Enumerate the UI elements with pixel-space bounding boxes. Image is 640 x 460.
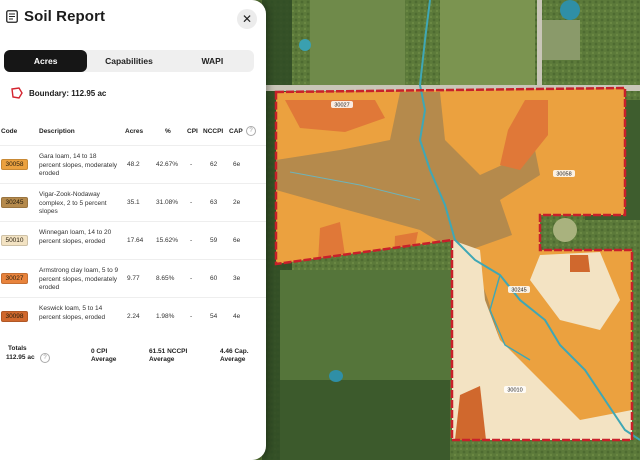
soil-percent: 1.98% [156, 313, 175, 320]
soil-nccpi: 60 [210, 275, 218, 282]
north-field [310, 0, 405, 85]
soil-cap: 2e [233, 199, 241, 206]
close-icon: ✕ [241, 12, 253, 26]
soil-nccpi: 59 [210, 237, 218, 244]
soil-percent: 8.65% [156, 275, 175, 282]
soil-acres: 2.24 [127, 313, 140, 320]
totals-label: Totals [8, 345, 27, 352]
totals-cap-sub: Average [220, 356, 246, 363]
table-row[interactable]: 50010 Winnegan loam, 14 to 20 percent slo… [0, 221, 266, 259]
page-title: Soil Report [24, 8, 106, 25]
soil-description: Keswick loam, 5 to 14 percent slopes, er… [39, 305, 106, 321]
boundary-icon [11, 87, 23, 99]
tab-wapi[interactable]: WAPI [171, 50, 254, 72]
soil-code-badge: 50010 [1, 235, 28, 246]
col-description: Description [39, 128, 75, 135]
soil-percent: 15.62% [156, 237, 179, 244]
soil-cap: 3e [233, 275, 241, 282]
table-row[interactable]: 30098 Keswick loam, 5 to 14 percent slope… [0, 297, 266, 335]
soil-cap: 6e [233, 161, 241, 168]
document-icon [6, 10, 18, 23]
help-icon[interactable]: ? [246, 126, 256, 136]
soil-nccpi: 62 [210, 161, 218, 168]
soil-code-badge: 30027 [1, 273, 28, 284]
col-nccpi: NCCPI [203, 128, 224, 135]
soil-description: Vigar-Zook-Nodaway complex, 2 to 5 perce… [39, 191, 107, 215]
close-button[interactable]: ✕ [237, 9, 257, 29]
col-code: Code [1, 128, 18, 135]
totals-cap: 4.46 Cap. [220, 348, 249, 355]
soil-cpi: - [190, 313, 193, 320]
totals-cpi-sub: Average [91, 356, 117, 363]
soil-acres: 35.1 [127, 199, 140, 206]
totals-acres: 112.95 ac [6, 354, 35, 361]
map-label-30245: 30245 [508, 286, 530, 294]
soil-code-badge: 30245 [1, 197, 28, 208]
boundary-summary: Boundary: 112.95 ac [10, 87, 106, 99]
tab-acres[interactable]: Acres [4, 50, 88, 72]
col-cpi: CPI [187, 128, 198, 135]
soil-cap: 6e [233, 237, 241, 244]
soil-cpi: - [190, 237, 193, 244]
svg-text:30245: 30245 [511, 288, 526, 294]
northeast-field [440, 0, 535, 85]
pond-west [329, 370, 343, 382]
soil-acres: 48.2 [127, 161, 140, 168]
pond-north [299, 39, 311, 51]
soil-acres: 9.77 [127, 275, 140, 282]
table-row[interactable]: 30245 Vigar-Zook-Nodaway complex, 2 to 5 … [0, 183, 266, 221]
map-label-30027: 30027 [331, 101, 353, 109]
col-cap: CAP [229, 128, 243, 135]
tab-bar: Acres Capabilities WAPI [4, 50, 254, 72]
table-header: Code Description Acres % CPI NCCPI CAP ? [0, 126, 266, 138]
totals-cpi: 0 CPI [91, 348, 108, 355]
soil-description: Armstrong clay loam, 5 to 9 percent slop… [39, 267, 119, 291]
col-acres: Acres [125, 128, 144, 135]
road-vertical [537, 0, 542, 88]
soil-nccpi: 63 [210, 199, 218, 206]
totals-nccpi: 61.51 NCCPI [149, 348, 188, 355]
soil-cpi: - [190, 275, 193, 282]
pond-east [553, 218, 577, 242]
map-label-30058: 30058 [553, 170, 575, 178]
trees-south [280, 380, 450, 460]
totals-nccpi-sub: Average [149, 356, 175, 363]
soil-code-badge: 30058 [1, 159, 28, 170]
soil-percent: 31.08% [156, 199, 179, 206]
col-percent: % [165, 128, 171, 135]
svg-text:30027: 30027 [334, 103, 349, 109]
soil-percent: 42.67% [156, 161, 179, 168]
soil-30098-area-2[interactable] [570, 255, 590, 272]
totals-help-icon[interactable]: ? [40, 353, 50, 363]
soil-nccpi: 54 [210, 313, 218, 320]
table-row[interactable]: 30058 Gara loam, 14 to 18 percent slopes,… [0, 145, 266, 183]
soil-cpi: - [190, 161, 193, 168]
soil-description: Gara loam, 14 to 18 percent slopes, mode… [39, 153, 118, 177]
farmstead [540, 20, 580, 60]
soil-report-panel: Soil Report ✕ Acres Capabilities WAPI Bo… [0, 0, 266, 460]
soil-code-badge: 30098 [1, 311, 28, 322]
table-row[interactable]: 30027 Armstrong clay loam, 5 to 9 percent… [0, 259, 266, 297]
soil-description: Winnegan loam, 14 to 20 percent slopes, … [39, 229, 112, 245]
soil-cap: 4e [233, 313, 241, 320]
svg-text:30058: 30058 [556, 172, 571, 178]
svg-text:30010: 30010 [507, 388, 522, 394]
tab-capabilities[interactable]: Capabilities [87, 50, 170, 72]
soil-acres: 17.64 [127, 237, 144, 244]
map-label-30010: 30010 [504, 386, 526, 394]
panel-header: Soil Report [6, 8, 105, 25]
boundary-label: Boundary: 112.95 ac [29, 88, 107, 98]
pond-northeast [560, 0, 580, 20]
soil-cpi: - [190, 199, 193, 206]
